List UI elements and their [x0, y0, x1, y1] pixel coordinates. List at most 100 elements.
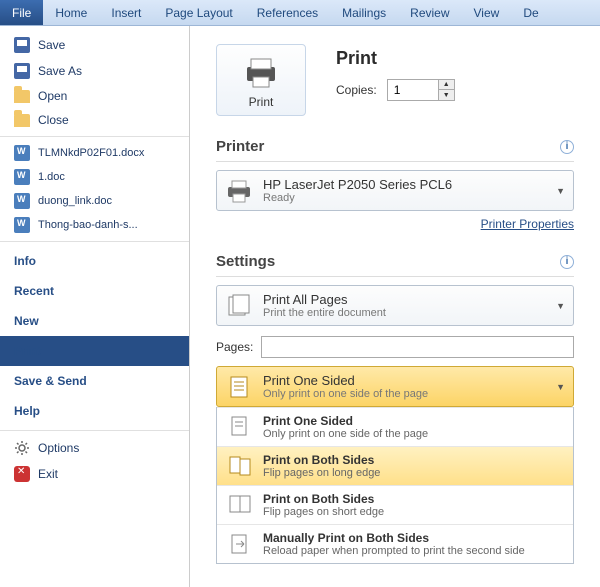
copies-spinner[interactable]: ▲▼ — [387, 79, 455, 101]
info-icon[interactable]: i — [560, 255, 574, 269]
tab-insert[interactable]: Insert — [99, 0, 153, 25]
save-icon — [14, 37, 30, 53]
copies-label: Copies: — [336, 83, 377, 97]
printer-status: Ready — [263, 192, 565, 204]
opt-sub: Flip pages on short edge — [263, 506, 384, 518]
recent-doc[interactable]: duong_link.doc — [0, 189, 189, 213]
doc-name: TLMNkdP02F01.docx — [38, 147, 144, 159]
separator — [0, 136, 189, 137]
recent-doc[interactable]: 1.doc — [0, 165, 189, 189]
divider — [216, 276, 574, 277]
word-doc-icon — [14, 145, 30, 161]
backstage-open[interactable]: Open — [0, 84, 189, 108]
doc-name: 1.doc — [38, 171, 65, 183]
label: Options — [38, 441, 79, 455]
nav-save-send[interactable]: Save & Send — [0, 366, 189, 396]
label: Exit — [38, 467, 58, 481]
printer-small-icon — [225, 178, 253, 204]
info-icon[interactable]: i — [560, 140, 574, 154]
nav-print[interactable]: Print — [0, 336, 189, 366]
page-flip-long-icon — [227, 454, 253, 478]
opt-sub: Flip pages on long edge — [263, 467, 380, 479]
print-button-label: Print — [223, 95, 299, 109]
chevron-down-icon: ▼ — [556, 186, 565, 196]
spin-up-icon[interactable]: ▲ — [438, 80, 454, 90]
recent-doc[interactable]: Thong-bao-danh-s... — [0, 213, 189, 237]
separator — [0, 430, 189, 431]
printer-name: HP LaserJet P2050 Series PCL6 — [263, 177, 565, 192]
tab-mailings[interactable]: Mailings — [330, 0, 398, 25]
page-single-icon — [225, 374, 253, 400]
chevron-down-icon: ▼ — [556, 382, 565, 392]
page-flip-short-icon — [227, 493, 253, 517]
word-doc-icon — [14, 217, 30, 233]
pages-label: Pages: — [216, 340, 253, 354]
printer-dropdown[interactable]: HP LaserJet P2050 Series PCL6 Ready ▼ — [216, 170, 574, 211]
printer-heading: Printer — [216, 138, 264, 155]
duplex-options-list: Print One SidedOnly print on one side of… — [216, 407, 574, 564]
backstage-panel: Save Save As Open Close TLMNkdP02F01.doc… — [0, 26, 190, 587]
page-manual-icon — [227, 532, 253, 556]
duplex-option-one-sided[interactable]: Print One SidedOnly print on one side of… — [217, 407, 573, 446]
tab-review[interactable]: Review — [398, 0, 461, 25]
print-scope-dropdown[interactable]: Print All Pages Print the entire documen… — [216, 285, 574, 326]
duplex-option-short-edge[interactable]: Print on Both SidesFlip pages on short e… — [217, 485, 573, 524]
opt-sub: Reload paper when prompted to print the … — [263, 545, 525, 557]
tab-file[interactable]: File — [0, 0, 43, 25]
page-stack-icon — [225, 293, 253, 319]
chevron-down-icon: ▼ — [556, 301, 565, 311]
nav-new[interactable]: New — [0, 306, 189, 336]
print-button[interactable]: Print — [216, 44, 306, 116]
nav-help[interactable]: Help — [0, 396, 189, 426]
tab-home[interactable]: Home — [43, 0, 99, 25]
separator — [0, 241, 189, 242]
printer-icon — [241, 55, 281, 89]
folder-open-icon — [14, 90, 30, 103]
pages-input[interactable] — [261, 336, 574, 358]
tab-page-layout[interactable]: Page Layout — [153, 0, 244, 25]
duplex-option-manual[interactable]: Manually Print on Both SidesReload paper… — [217, 524, 573, 563]
print-pane: Print Print Copies: ▲▼ Printeri HP La — [190, 26, 600, 587]
backstage-options[interactable]: Options — [0, 435, 189, 461]
duplex-sub: Only print on one side of the page — [263, 388, 565, 400]
scope-sub: Print the entire document — [263, 307, 565, 319]
ribbon-tabs: File Home Insert Page Layout References … — [0, 0, 600, 26]
scope-title: Print All Pages — [263, 292, 565, 307]
settings-heading: Settings — [216, 253, 275, 270]
backstage-save[interactable]: Save — [0, 32, 189, 58]
spin-down-icon[interactable]: ▼ — [438, 90, 454, 100]
printer-properties-link[interactable]: Printer Properties — [481, 217, 574, 231]
nav-info[interactable]: Info — [0, 246, 189, 276]
doc-name: duong_link.doc — [38, 195, 112, 207]
divider — [216, 161, 574, 162]
page-single-icon — [227, 415, 253, 439]
folder-close-icon — [14, 114, 30, 127]
word-doc-icon — [14, 169, 30, 185]
tab-view[interactable]: View — [462, 0, 512, 25]
label: Open — [38, 89, 67, 103]
label: Save — [38, 38, 65, 52]
backstage-exit[interactable]: Exit — [0, 461, 189, 487]
word-doc-icon — [14, 193, 30, 209]
backstage-close[interactable]: Close — [0, 108, 189, 132]
duplex-title: Print One Sided — [263, 373, 565, 388]
opt-title: Print One Sided — [263, 414, 428, 428]
recent-doc[interactable]: TLMNkdP02F01.docx — [0, 141, 189, 165]
exit-icon — [14, 466, 30, 482]
tab-references[interactable]: References — [245, 0, 330, 25]
opt-title: Manually Print on Both Sides — [263, 531, 525, 545]
opt-sub: Only print on one side of the page — [263, 428, 428, 440]
label: Save As — [38, 64, 82, 78]
print-heading: Print — [336, 48, 455, 69]
backstage-save-as[interactable]: Save As — [0, 58, 189, 84]
duplex-dropdown[interactable]: Print One Sided Only print on one side o… — [216, 366, 574, 407]
gear-icon — [14, 440, 30, 456]
copies-input[interactable] — [388, 80, 438, 100]
tab-cutoff[interactable]: De — [511, 0, 550, 25]
label: Close — [38, 113, 69, 127]
duplex-option-long-edge[interactable]: Print on Both SidesFlip pages on long ed… — [217, 446, 573, 485]
doc-name: Thong-bao-danh-s... — [38, 219, 138, 231]
opt-title: Print on Both Sides — [263, 453, 380, 467]
opt-title: Print on Both Sides — [263, 492, 384, 506]
nav-recent[interactable]: Recent — [0, 276, 189, 306]
